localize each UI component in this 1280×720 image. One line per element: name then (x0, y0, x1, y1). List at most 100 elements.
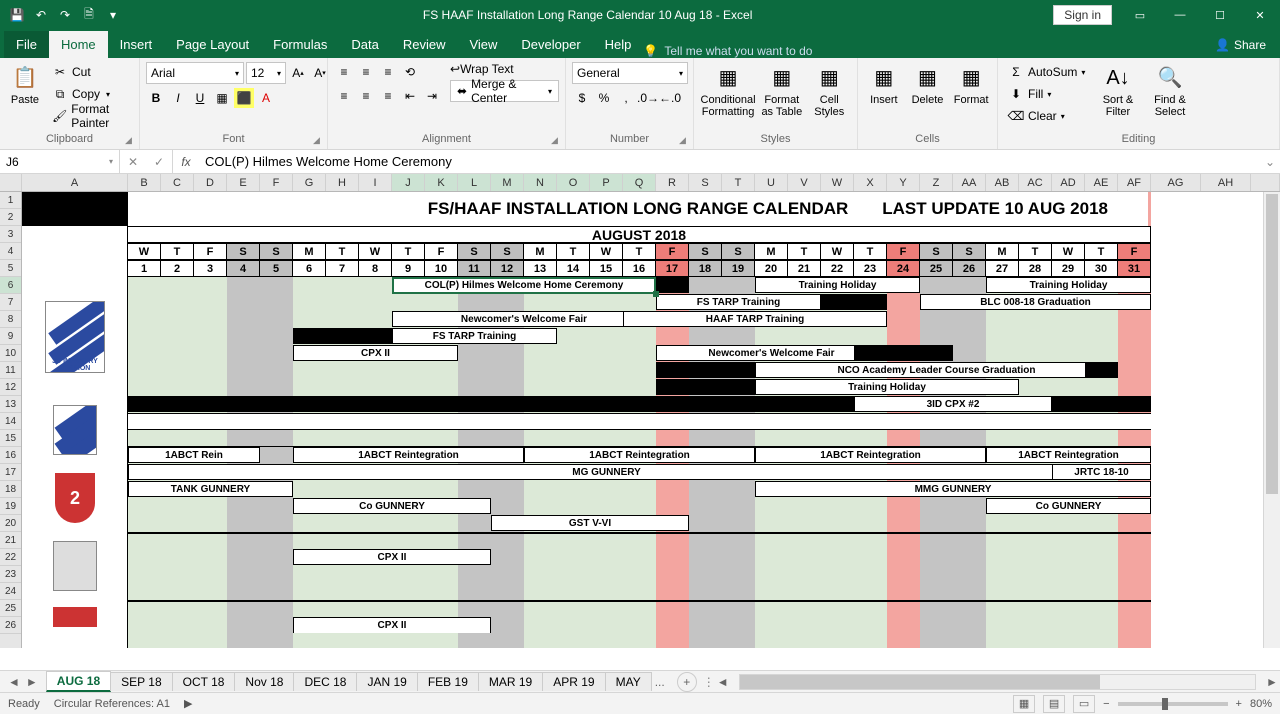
col-header[interactable]: F (260, 174, 293, 191)
spreadsheet-grid[interactable]: ABCDEFGHIJKLMNOPQRSTUVWXYZAAABACADAEAFAG… (0, 174, 1280, 670)
insert-cells-button[interactable]: ▦Insert (864, 62, 904, 106)
col-header[interactable]: K (425, 174, 458, 191)
print-preview-icon[interactable]: 🗎 (80, 6, 98, 24)
conditional-formatting-button[interactable]: ▦Conditional Formatting (700, 62, 756, 118)
col-header[interactable]: T (722, 174, 755, 191)
format-as-table-button[interactable]: ▦Format as Table (760, 62, 803, 118)
sheet-tab[interactable]: FEB 19 (417, 672, 479, 691)
zoom-handle[interactable] (1162, 698, 1168, 710)
col-header[interactable]: P (590, 174, 623, 191)
row-header[interactable]: 24 (0, 583, 21, 600)
row-header[interactable]: 4 (0, 243, 21, 260)
alignment-launcher-icon[interactable]: ◢ (551, 135, 563, 147)
col-header[interactable]: J (392, 174, 425, 191)
share-button[interactable]: 👤 Share (1201, 32, 1280, 58)
col-header[interactable]: O (557, 174, 590, 191)
merge-center-button[interactable]: ⬌Merge & Center▾ (450, 80, 559, 102)
increase-font-icon[interactable]: A▴ (288, 63, 308, 83)
sheet-tab[interactable]: MAY (605, 672, 652, 691)
formula-input[interactable]: COL(P) Hilmes Welcome Home Ceremony (199, 150, 1260, 173)
align-middle-icon[interactable]: ≡ (356, 62, 376, 82)
col-header[interactable]: C (161, 174, 194, 191)
ribbon-display-icon[interactable]: ▭ (1120, 0, 1160, 30)
col-header[interactable]: B (128, 174, 161, 191)
italic-button[interactable]: I (168, 88, 188, 108)
name-box[interactable]: J6▾ (0, 150, 120, 173)
align-left-icon[interactable]: ≡ (334, 86, 354, 106)
tab-insert[interactable]: Insert (108, 31, 165, 58)
view-page-layout-icon[interactable]: ▤ (1043, 695, 1065, 713)
clear-button[interactable]: ⌫Clear▾ (1004, 106, 1090, 126)
expand-formula-icon[interactable]: ⌄ (1260, 150, 1280, 173)
row-header[interactable]: 16 (0, 447, 21, 464)
sheet-tab[interactable]: OCT 18 (172, 672, 236, 691)
tab-help[interactable]: Help (593, 31, 644, 58)
sheet-more[interactable]: ... (651, 675, 669, 689)
row-header[interactable]: 10 (0, 345, 21, 362)
fill-handle[interactable] (653, 291, 659, 297)
col-header[interactable]: M (491, 174, 524, 191)
comma-icon[interactable]: , (616, 88, 636, 108)
new-sheet-button[interactable]: + (677, 672, 697, 692)
copy-button[interactable]: ⧉Copy▾ (48, 84, 133, 104)
vertical-scrollbar[interactable] (1263, 192, 1280, 648)
accounting-icon[interactable]: $ (572, 88, 592, 108)
format-cells-button[interactable]: ▦Format (951, 62, 991, 106)
decrease-font-icon[interactable]: A▾ (310, 63, 330, 83)
row-header[interactable]: 19 (0, 498, 21, 515)
row-header[interactable]: 14 (0, 413, 21, 430)
col-header[interactable]: AC (1019, 174, 1052, 191)
sort-filter-button[interactable]: A↓Sort & Filter (1094, 62, 1142, 118)
font-name-select[interactable]: Arial▾ (146, 62, 244, 84)
fill-button[interactable]: ⬇Fill▾ (1004, 84, 1090, 104)
row-header[interactable]: 9 (0, 328, 21, 345)
row-header[interactable]: 20 (0, 515, 21, 532)
col-header[interactable]: AB (986, 174, 1019, 191)
col-header[interactable]: D (194, 174, 227, 191)
sheet-tab[interactable]: APR 19 (542, 672, 605, 691)
undo-icon[interactable]: ↶ (32, 6, 50, 24)
row-header[interactable]: 5 (0, 260, 21, 277)
view-page-break-icon[interactable]: ▭ (1073, 695, 1095, 713)
view-normal-icon[interactable]: ▦ (1013, 695, 1035, 713)
sheet-tab[interactable]: Nov 18 (234, 672, 294, 691)
row-header[interactable]: 12 (0, 379, 21, 396)
fill-color-button[interactable]: ⬛ (234, 88, 254, 108)
sheet-tab[interactable]: SEP 18 (110, 672, 172, 691)
row-header[interactable]: 15 (0, 430, 21, 447)
col-header[interactable]: G (293, 174, 326, 191)
select-all-button[interactable] (0, 174, 22, 191)
number-format-select[interactable]: General▾ (572, 62, 688, 84)
underline-button[interactable]: U (190, 88, 210, 108)
tab-data[interactable]: Data (339, 31, 390, 58)
tab-review[interactable]: Review (391, 31, 458, 58)
zoom-in-icon[interactable]: + (1236, 698, 1242, 710)
sheet-tab[interactable]: MAR 19 (478, 672, 543, 691)
scrollbar-thumb[interactable] (1266, 194, 1278, 494)
sheet-tab[interactable]: DEC 18 (293, 672, 357, 691)
hscroll-right-icon[interactable]: ► (1264, 675, 1280, 689)
close-icon[interactable]: ✕ (1240, 0, 1280, 30)
zoom-out-icon[interactable]: − (1103, 698, 1109, 710)
zoom-level[interactable]: 80% (1250, 698, 1272, 710)
minimize-icon[interactable]: — (1160, 0, 1200, 30)
row-header[interactable]: 11 (0, 362, 21, 379)
col-header[interactable]: E (227, 174, 260, 191)
zoom-slider[interactable] (1118, 702, 1228, 706)
qat-customize-icon[interactable]: ▾ (104, 6, 122, 24)
tab-page-layout[interactable]: Page Layout (164, 31, 261, 58)
tab-file[interactable]: File (4, 31, 49, 58)
row-header[interactable]: 6 (0, 277, 21, 294)
align-top-icon[interactable]: ≡ (334, 62, 354, 82)
hscroll-left-icon[interactable]: ◄ (715, 675, 731, 689)
row-header[interactable]: 21 (0, 532, 21, 549)
sheet-canvas[interactable]: FS/HAAF INSTALLATION LONG RANGE CALENDAR… (22, 192, 1280, 648)
row-header[interactable]: 17 (0, 464, 21, 481)
col-header[interactable]: X (854, 174, 887, 191)
col-header[interactable]: W (821, 174, 854, 191)
hscroll-thumb[interactable] (740, 675, 1101, 689)
col-header[interactable]: V (788, 174, 821, 191)
align-center-icon[interactable]: ≡ (356, 86, 376, 106)
bold-button[interactable]: B (146, 88, 166, 108)
row-header[interactable]: 3 (0, 226, 21, 243)
